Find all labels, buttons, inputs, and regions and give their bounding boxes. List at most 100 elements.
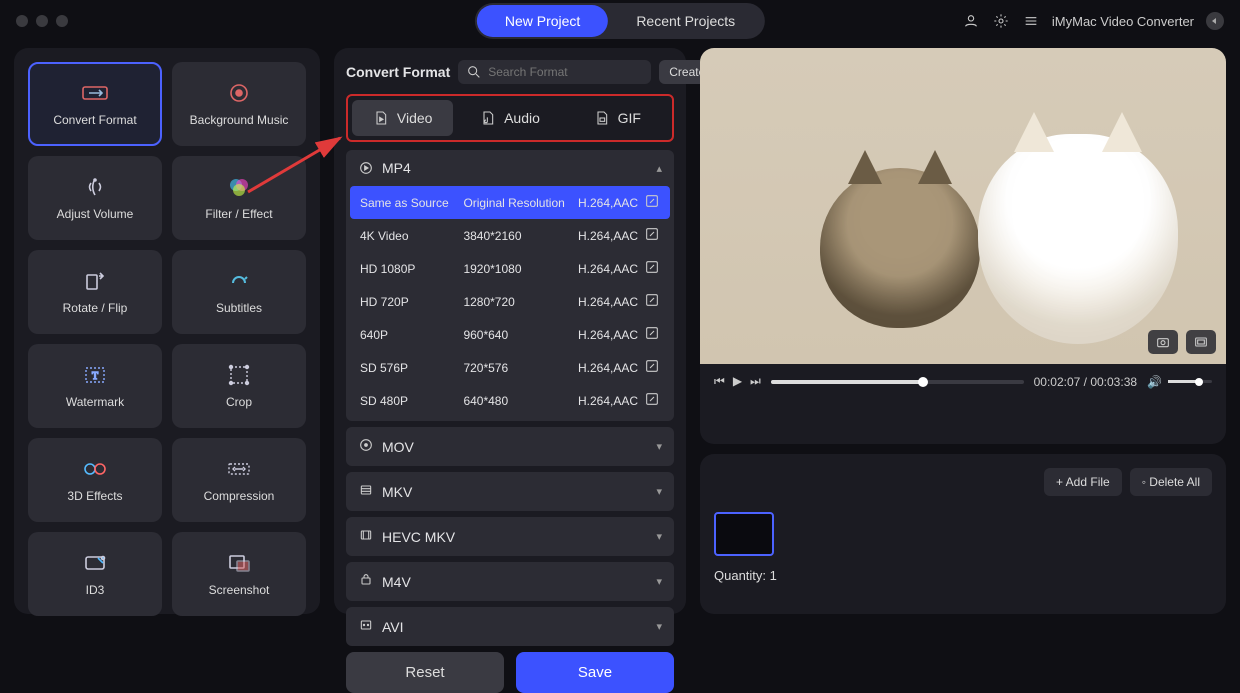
seek-slider[interactable] — [771, 380, 1024, 384]
format-name: 4K Video — [360, 229, 463, 243]
chevron-down-icon: ▾ — [656, 485, 662, 498]
format-group-hevc-mkv: HEVC MKV ▾ — [346, 517, 674, 556]
format-group-header-mp4[interactable]: MP4 ▴ — [346, 150, 674, 186]
edit-preset-icon[interactable] — [644, 358, 660, 377]
reset-button[interactable]: Reset — [346, 652, 504, 693]
format-row[interactable]: HD 720P 1280*720 H.264,AAC — [350, 285, 670, 318]
edit-preset-icon[interactable] — [644, 193, 660, 212]
search-format-field[interactable] — [458, 60, 651, 84]
tab-audio[interactable]: Audio — [459, 100, 560, 136]
format-resolution: 3840*2160 — [463, 229, 578, 243]
file-thumbnail[interactable] — [714, 512, 774, 556]
format-icon — [358, 572, 374, 591]
format-row[interactable]: 640P 960*640 H.264,AAC — [350, 318, 670, 351]
play-button[interactable]: ▶ — [733, 374, 742, 389]
format-row[interactable]: 4K Video 3840*2160 H.264,AAC — [350, 219, 670, 252]
format-codec: H.264,AAC — [578, 361, 644, 375]
chevron-down-icon: ▾ — [656, 440, 662, 453]
tool-convert-format[interactable]: Convert Format — [28, 62, 162, 146]
tab-new-project[interactable]: New Project — [477, 5, 608, 37]
format-row[interactable]: HD 1080P 1920*1080 H.264,AAC — [350, 252, 670, 285]
format-resolution: 960*640 — [463, 328, 578, 342]
edit-preset-icon[interactable] — [644, 259, 660, 278]
tab-gif[interactable]: GIF — [567, 100, 668, 136]
format-group-header[interactable]: AVI ▾ — [346, 607, 674, 646]
search-input[interactable] — [488, 65, 643, 79]
format-group-header[interactable]: M4V ▾ — [346, 562, 674, 601]
format-name: SD 576P — [360, 361, 463, 375]
tool-screenshot[interactable]: Screenshot — [172, 532, 306, 616]
format-resolution: Original Resolution — [463, 196, 578, 210]
tool-id3[interactable]: ID3 — [28, 532, 162, 616]
fullscreen-icon[interactable] — [1186, 330, 1216, 354]
tool-label: Convert Format — [53, 113, 136, 127]
tool-crop[interactable]: Crop — [172, 344, 306, 428]
format-group-label: MOV — [382, 439, 414, 455]
mp4-icon — [358, 160, 374, 176]
gif-file-icon — [594, 110, 610, 126]
tool-adjust-volume[interactable]: Adjust Volume — [28, 156, 162, 240]
edit-preset-icon[interactable] — [644, 391, 660, 410]
format-type-tabs: Video Audio GIF — [346, 94, 674, 142]
prev-button[interactable]: ⏮ — [714, 374, 725, 389]
rotate-flip-icon — [81, 269, 109, 293]
playback-time: 00:02:07 / 00:03:38 — [1034, 375, 1137, 389]
title-bar: New Project Recent Projects iMyMac Video… — [0, 0, 1240, 42]
format-name: HD 720P — [360, 295, 463, 309]
tool-background-music[interactable]: Background Music — [172, 62, 306, 146]
format-icon — [358, 482, 374, 501]
format-group-header[interactable]: HEVC MKV ▾ — [346, 517, 674, 556]
next-button[interactable]: ⏭ — [750, 374, 761, 389]
screenshot-icon[interactable] — [1148, 330, 1178, 354]
volume-slider[interactable] — [1168, 380, 1212, 383]
screenshot-icon — [225, 551, 253, 575]
format-row[interactable]: Same as Source Original Resolution H.264… — [350, 186, 670, 219]
edit-preset-icon[interactable] — [644, 325, 660, 344]
format-group-mov: MOV ▾ — [346, 427, 674, 466]
tool-3d-effects[interactable]: 3D Effects — [28, 438, 162, 522]
search-icon — [466, 64, 482, 80]
filter-effect-icon — [225, 175, 253, 199]
tool-rotate-flip[interactable]: Rotate / Flip — [28, 250, 162, 334]
tool-label: Background Music — [190, 113, 289, 127]
tool-compression[interactable]: Compression — [172, 438, 306, 522]
format-row[interactable]: SD 576P 720*576 H.264,AAC — [350, 351, 670, 384]
format-resolution: 640*480 — [463, 394, 578, 408]
account-icon[interactable] — [962, 12, 980, 30]
format-group-label: M4V — [382, 574, 411, 590]
add-file-button[interactable]: + Add File — [1044, 468, 1122, 496]
format-row[interactable]: SD 480P 640*480 H.264,AAC — [350, 384, 670, 417]
tab-video[interactable]: Video — [352, 100, 453, 136]
gear-icon[interactable] — [992, 12, 1010, 30]
tool-watermark[interactable]: T Watermark — [28, 344, 162, 428]
preview-card: ⏮ ▶ ⏭ 00:02:07 / 00:03:38 🔊 — [700, 48, 1226, 444]
traffic-min[interactable] — [36, 15, 48, 27]
format-resolution: 1920*1080 — [463, 262, 578, 276]
save-button[interactable]: Save — [516, 652, 674, 693]
id3-icon — [81, 551, 109, 575]
video-content-image — [700, 48, 1226, 364]
traffic-close[interactable] — [16, 15, 28, 27]
format-group-header[interactable]: MOV ▾ — [346, 427, 674, 466]
menu-icon[interactable] — [1022, 12, 1040, 30]
format-codec: H.264,AAC — [578, 262, 644, 276]
tab-recent-projects[interactable]: Recent Projects — [608, 5, 763, 37]
format-group-header[interactable]: MKV ▾ — [346, 472, 674, 511]
tool-filter-effect[interactable]: Filter / Effect — [172, 156, 306, 240]
chevron-up-icon: ▴ — [656, 162, 662, 175]
audio-file-icon — [480, 110, 496, 126]
video-preview[interactable] — [700, 48, 1226, 364]
tool-label: ID3 — [86, 583, 105, 597]
traffic-max[interactable] — [56, 15, 68, 27]
chevron-down-icon: ▾ — [656, 530, 662, 543]
chevron-down-icon: ▾ — [656, 620, 662, 633]
format-group-mp4: MP4 ▴ Same as Source Original Resolution… — [346, 150, 674, 421]
format-codec: H.264,AAC — [578, 394, 644, 408]
delete-all-button[interactable]: ◦ Delete All — [1130, 468, 1212, 496]
edit-preset-icon[interactable] — [644, 292, 660, 311]
edit-preset-icon[interactable] — [644, 226, 660, 245]
volume-icon[interactable]: 🔊 — [1147, 375, 1162, 389]
tool-label: 3D Effects — [67, 489, 122, 503]
format-resolution: 1280*720 — [463, 295, 578, 309]
tool-subtitles[interactable]: Subtitles — [172, 250, 306, 334]
